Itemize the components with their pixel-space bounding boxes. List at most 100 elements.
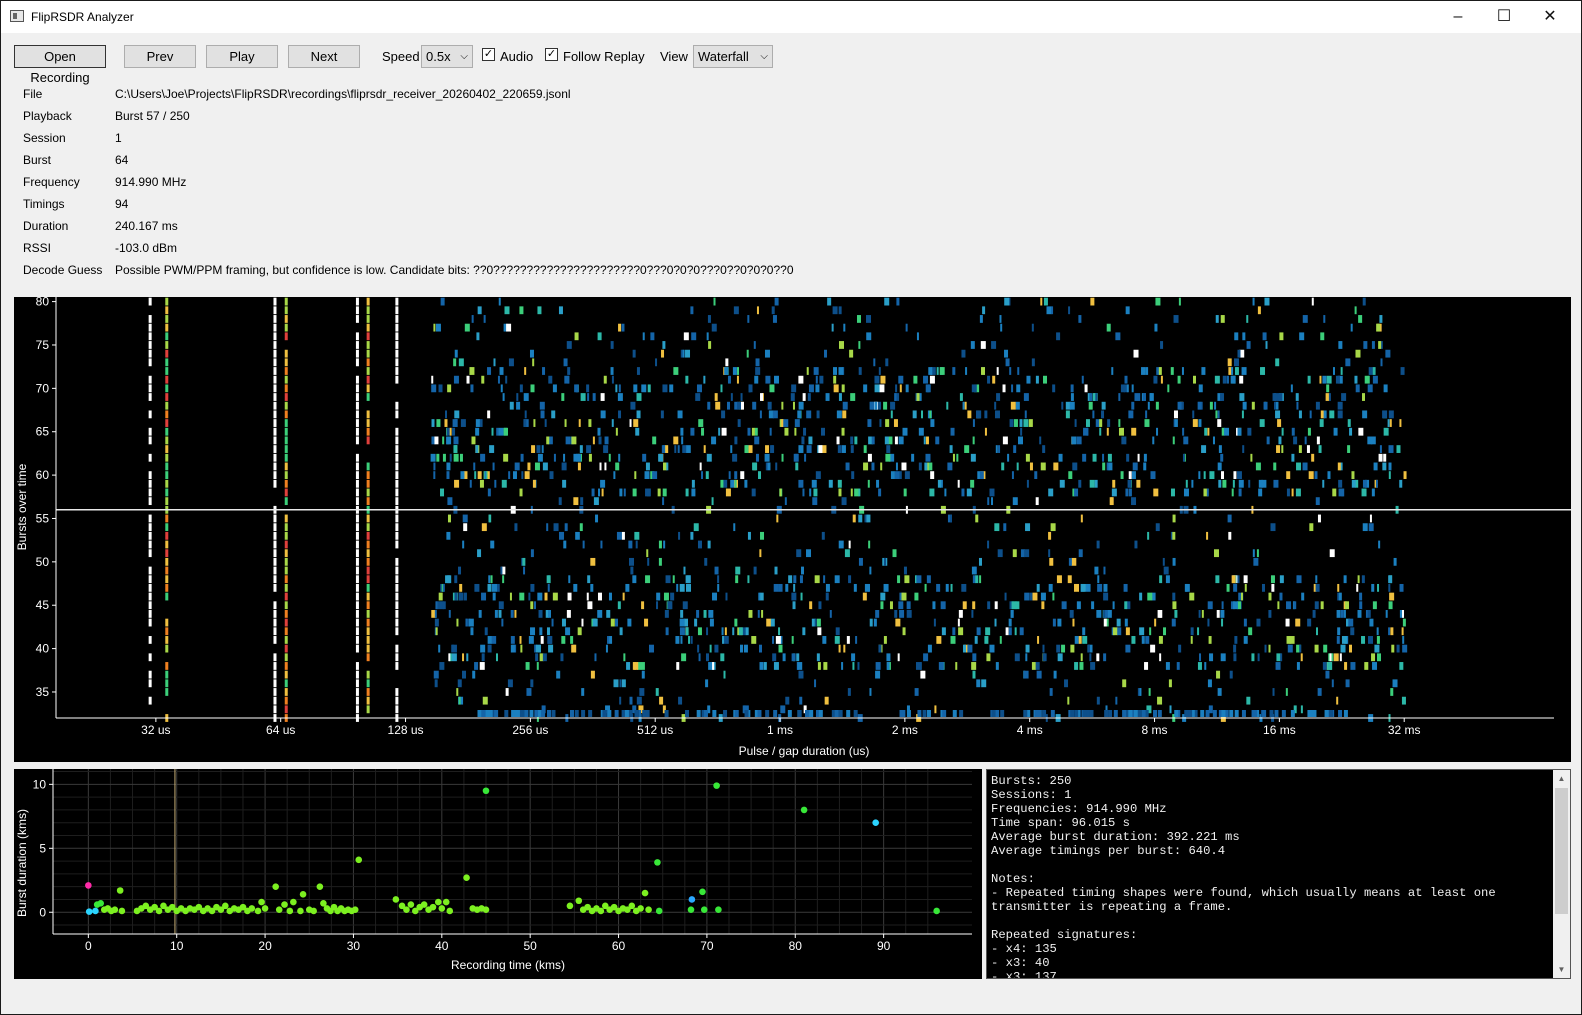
waterfall-cell — [978, 557, 982, 566]
waterfall-cell — [533, 419, 536, 427]
waterfall-cell — [757, 609, 760, 618]
follow-replay-label[interactable]: Follow Replay — [563, 49, 645, 64]
waterfall-cell — [284, 679, 288, 688]
audio-checkbox[interactable]: ✓ — [482, 48, 495, 61]
waterfall-cell — [1295, 488, 1301, 497]
waterfall-cell — [834, 636, 840, 644]
waterfall-cell — [273, 705, 277, 714]
waterfall-cell — [273, 670, 277, 679]
waterfall-cell — [1204, 427, 1208, 436]
waterfall-cell — [431, 375, 434, 384]
waterfall-cell — [1221, 710, 1226, 717]
waterfall-cell — [662, 384, 668, 393]
waterfall-cell — [498, 609, 502, 618]
waterfall-cell — [456, 688, 459, 696]
waterfall-cell — [1293, 601, 1297, 610]
open-recording-button[interactable]: Open Recording — [14, 45, 106, 85]
waterfall-cell — [652, 471, 658, 480]
waterfall-cell — [366, 670, 370, 679]
waterfall-cell — [610, 341, 614, 349]
summary-text-panel[interactable]: Bursts: 250 Sessions: 1 Frequencies: 914… — [986, 769, 1571, 979]
summary-scrollbar[interactable]: ▲ ▼ — [1553, 770, 1570, 978]
waterfall-cell — [446, 471, 450, 480]
waterfall-cell — [743, 644, 748, 653]
waterfall-cell — [482, 696, 488, 705]
waterfall-cell — [1032, 592, 1038, 601]
waterfall-cell — [1293, 436, 1298, 445]
waterfall-cell — [148, 410, 152, 419]
waterfall-chart[interactable]: 35 40 45 50 55 60 65 70 75 80 32 us 64 us 128 us 256… — [14, 295, 1571, 762]
waterfall-cell — [520, 644, 523, 653]
x-tick-label: 50 — [523, 939, 537, 953]
waterfall-cell — [916, 575, 922, 584]
waterfall-cell — [430, 453, 436, 462]
waterfall-cell — [1092, 453, 1097, 462]
waterfall-cell — [800, 592, 803, 601]
waterfall-cell — [273, 358, 277, 367]
waterfall-cell — [754, 427, 758, 436]
maximize-button[interactable]: ☐ — [1481, 1, 1527, 33]
waterfall-cell — [893, 419, 898, 427]
waterfall-cell — [1116, 618, 1121, 627]
waterfall-cell — [737, 419, 741, 427]
waterfall-cell — [148, 670, 152, 679]
close-button[interactable]: ✕ — [1527, 1, 1573, 33]
waterfall-cell — [1383, 453, 1387, 462]
waterfall-cell — [1271, 583, 1275, 592]
waterfall-cell — [1389, 592, 1395, 601]
waterfall-cell — [838, 540, 844, 549]
waterfall-cell — [447, 497, 453, 506]
scroll-thumb[interactable] — [1555, 788, 1568, 914]
title-bar[interactable]: FlipRSDR Analyzer – ☐ ✕ — [1, 1, 1581, 33]
prev-button[interactable]: Prev — [124, 45, 196, 68]
speed-select[interactable]: 0.5x ⌵ — [421, 45, 473, 68]
waterfall-cell — [794, 453, 798, 462]
waterfall-cell — [1157, 696, 1163, 705]
waterfall-cell — [930, 419, 935, 427]
play-button[interactable]: Play — [206, 45, 278, 68]
waterfall-cell — [539, 401, 545, 410]
burst-scatter-chart[interactable]: 0 5 10 0 10 20 30 40 50 60 70 80 90 Burst duration … — [14, 769, 982, 979]
waterfall-cell — [961, 349, 966, 358]
waterfall-cell — [530, 679, 534, 688]
waterfall-cell — [774, 566, 778, 575]
follow-replay-checkbox[interactable]: ✓ — [545, 48, 558, 61]
waterfall-cell — [1402, 644, 1408, 653]
waterfall-cell — [165, 497, 169, 506]
waterfall-cell — [1004, 349, 1009, 358]
waterfall-cell — [1052, 592, 1055, 601]
scroll-up-icon[interactable]: ▲ — [1553, 770, 1570, 787]
waterfall-cell — [745, 627, 749, 636]
next-button[interactable]: Next — [288, 45, 360, 68]
waterfall-cell — [1234, 367, 1239, 375]
waterfall-cell — [772, 653, 777, 662]
waterfall-cell — [1354, 306, 1357, 315]
waterfall-cell — [165, 367, 169, 375]
waterfall-cell — [634, 471, 637, 480]
waterfall-cell — [682, 349, 685, 358]
waterfall-cell — [1145, 410, 1148, 419]
waterfall-cell — [1344, 662, 1348, 670]
chevron-down-icon: ⌵ — [460, 51, 468, 62]
waterfall-cell — [273, 523, 277, 532]
waterfall-cell — [395, 462, 399, 471]
waterfall-cell — [494, 479, 497, 488]
audio-label[interactable]: Audio — [500, 49, 533, 64]
waterfall-cell — [772, 315, 777, 323]
waterfall-cell — [1378, 453, 1383, 462]
waterfall-cell — [619, 488, 623, 497]
waterfall-cell — [1230, 375, 1236, 384]
waterfall-cell — [1385, 609, 1388, 618]
minimize-button[interactable]: – — [1435, 1, 1481, 33]
waterfall-cell — [634, 531, 640, 540]
waterfall-cell — [852, 662, 855, 670]
scroll-down-icon[interactable]: ▼ — [1553, 961, 1570, 978]
waterfall-cell — [875, 662, 881, 670]
waterfall-cell — [1174, 419, 1178, 427]
waterfall-cell — [366, 549, 370, 558]
waterfall-cell — [1028, 419, 1033, 427]
waterfall-cell — [800, 566, 804, 575]
waterfall-cell — [1137, 710, 1142, 717]
waterfall-cell — [448, 609, 451, 618]
view-select[interactable]: Waterfall ⌵ — [693, 45, 773, 68]
